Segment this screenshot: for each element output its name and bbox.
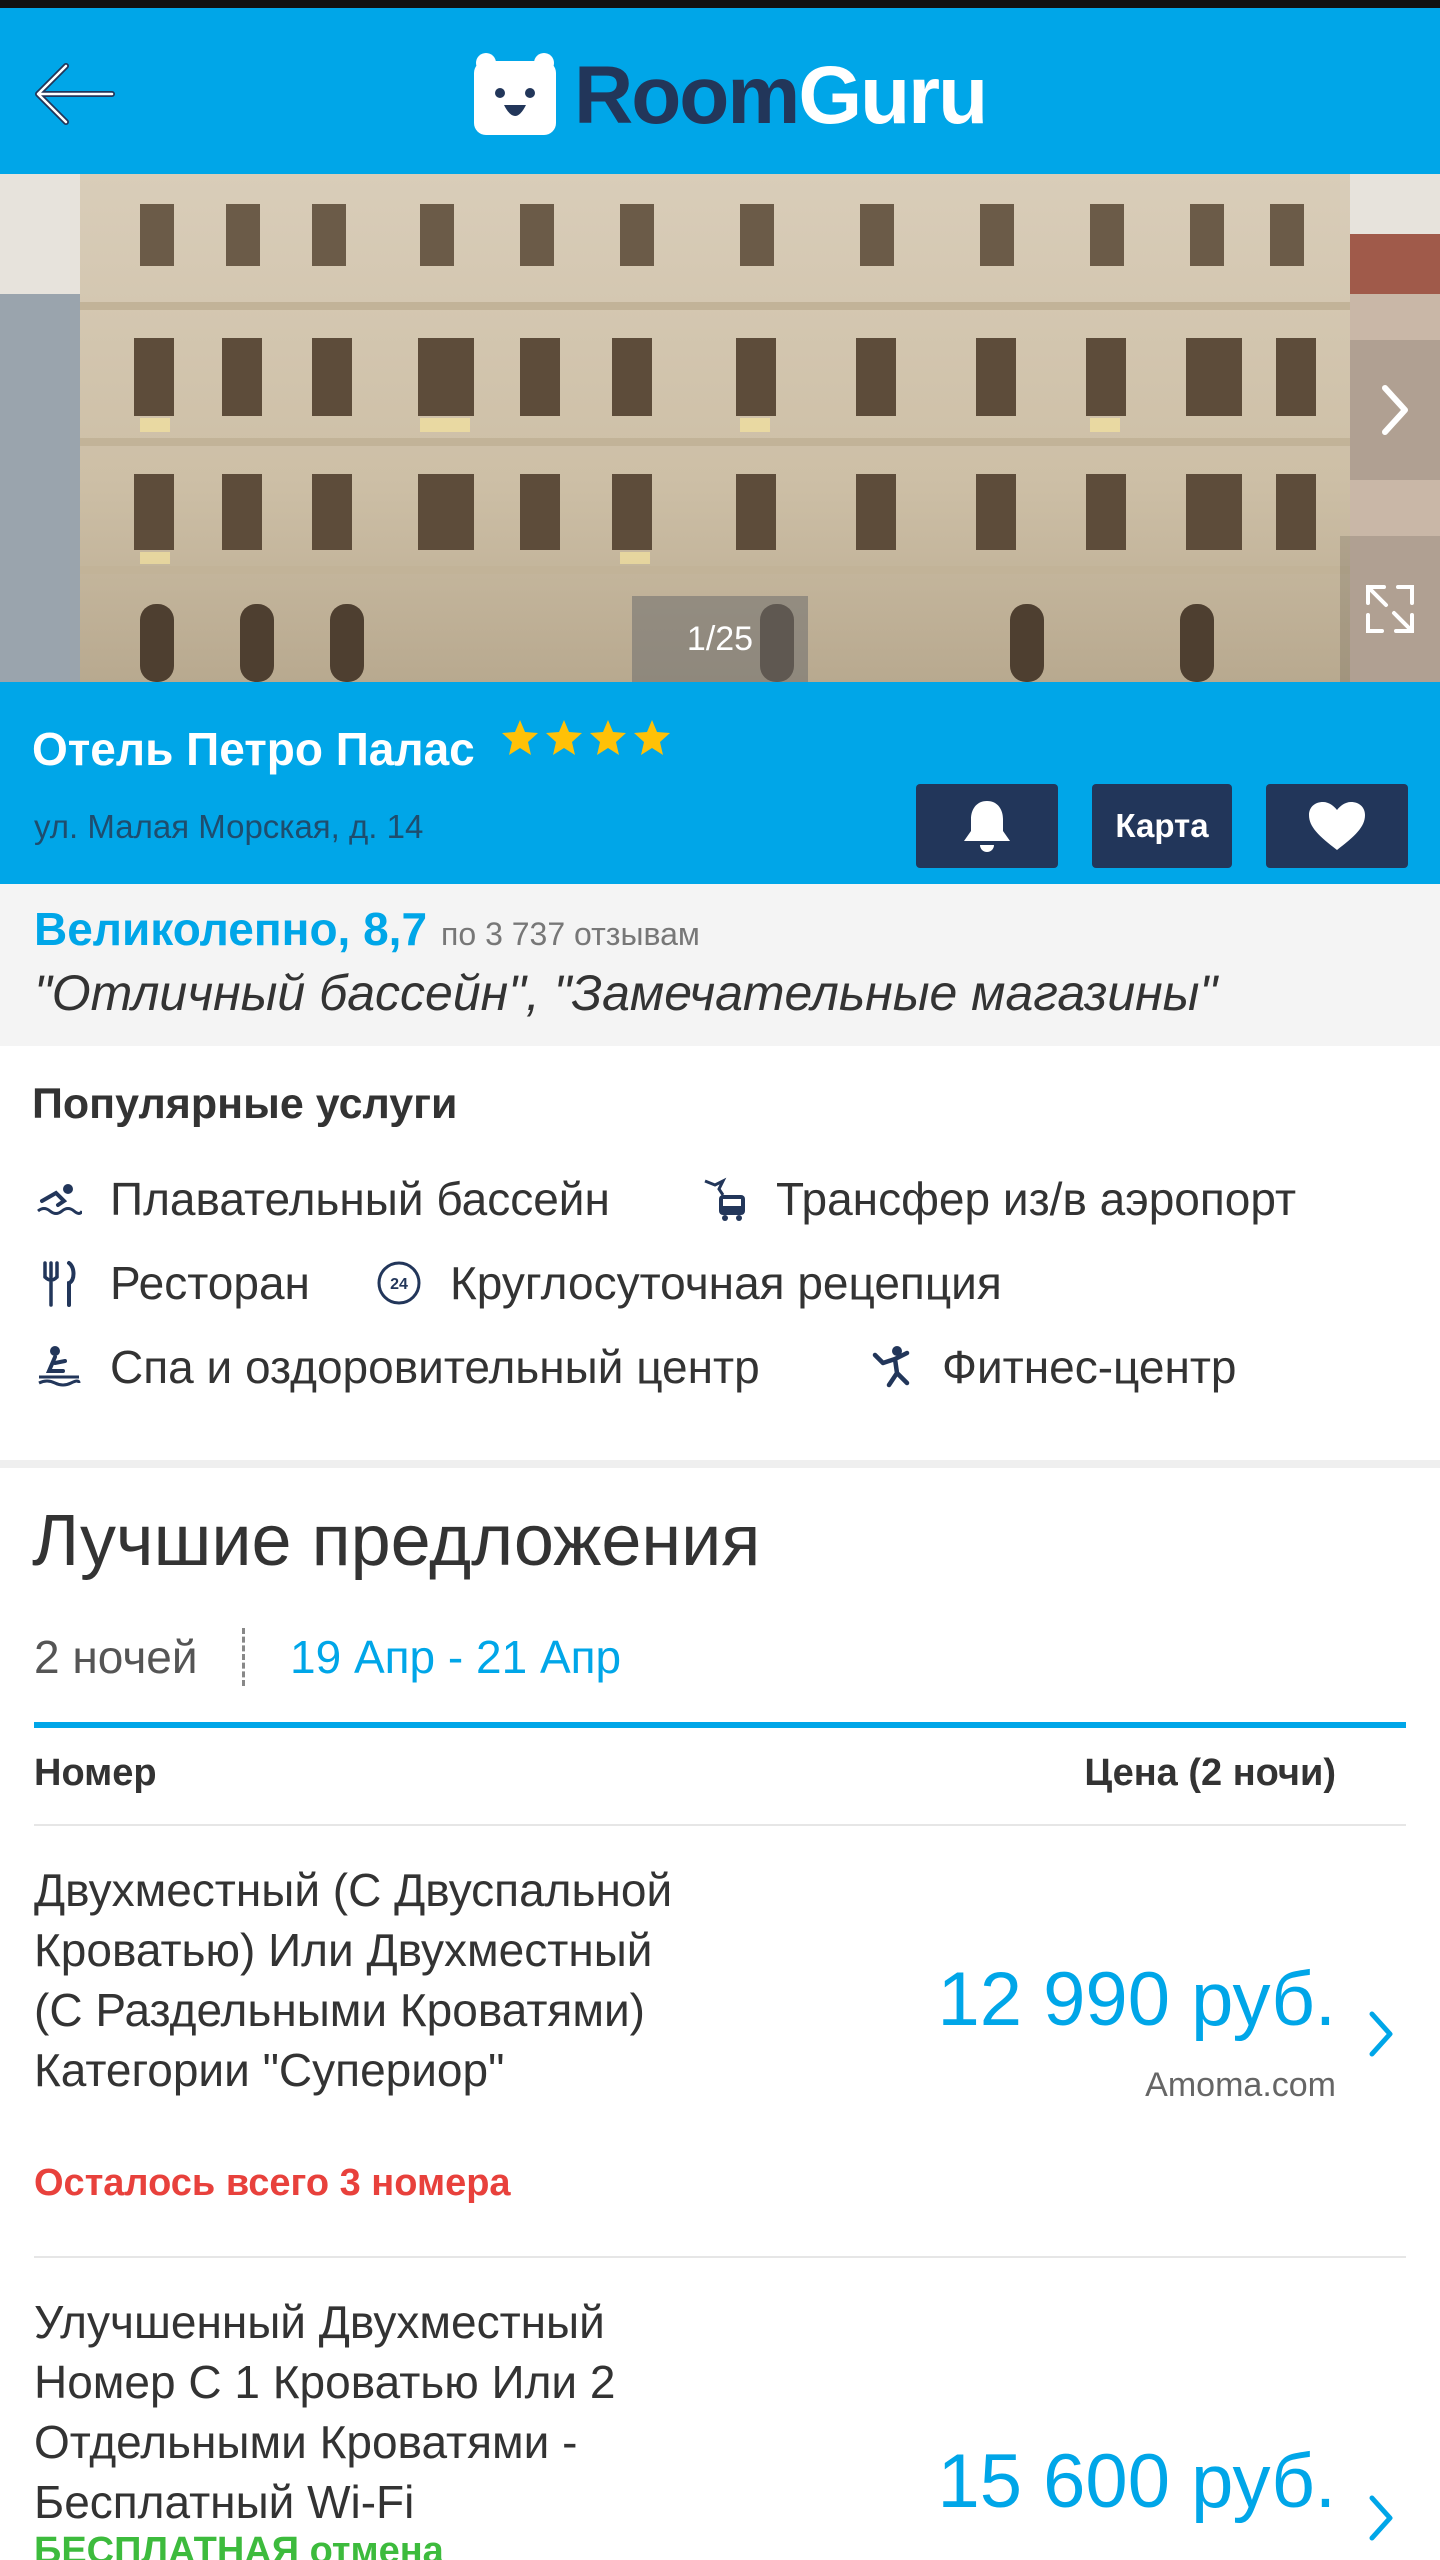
arrow-left-icon [35,63,115,125]
hotel-address: ул. Малая Морская, д. 14 [34,808,424,845]
amenity-label: Фитнес-центр [942,1341,1237,1393]
offer-room-name: Двухместный (С Двуспальной Кроватью) Или… [34,1864,673,2096]
offer-provider: Amoma.com [1145,2066,1336,2104]
column-header-price: Цена (2 ночи) [1084,1752,1336,1794]
bell-icon [964,801,1010,852]
heart-icon [1309,802,1365,850]
airport-shuttle-icon [700,1174,750,1224]
section-divider [0,1460,1440,1468]
star-icon [634,720,670,755]
status-bar [0,0,1440,8]
amenity-pool: Плавательный бассейн [34,1172,610,1226]
offer-row[interactable]: Двухместный (С Двуспальной Кроватью) Или… [0,1826,1440,2256]
spa-icon [34,1342,84,1392]
offer-price: 12 990 руб. [937,1957,1336,2042]
photo-counter: 1/25 [632,596,808,682]
fitness-icon [866,1342,916,1392]
amenity-restaurant: Ресторан [34,1256,310,1310]
offer-room-name: Улучшенный Двухместный Номер С 1 Кровать… [34,2296,616,2528]
amenity-label: Трансфер из/в аэропорт [776,1173,1297,1225]
rating-score: Великолепно, 8,7 [34,903,428,955]
app-header: Room Guru [0,8,1440,174]
expand-icon [1366,585,1414,633]
clock-24-icon: 24 [374,1258,424,1308]
star-icon [590,720,626,755]
amenity-label: Плавательный бассейн [110,1173,610,1225]
offer-row[interactable]: Улучшенный Двухместный Номер С 1 Кровать… [0,2258,1440,2560]
offer-price: 15 600 руб. [937,2439,1336,2524]
star-rating [500,718,672,758]
amenity-airport-transfer: Трансфер из/в аэропорт [700,1172,1296,1226]
hotel-name: Отель Петро Палас [32,723,475,775]
swimmer-icon [34,1174,84,1224]
amenity-label: Ресторан [110,1257,310,1309]
back-button[interactable] [26,46,122,142]
chevron-right-icon [1382,385,1408,435]
star-icon [502,720,538,755]
rating-line: Великолепно, 8,7 по 3 737 отзывам [34,902,700,956]
date-separator [242,1628,245,1686]
chevron-right-icon [1369,2011,1393,2057]
star-icon [546,720,582,755]
review-count: по 3 737 отзывам [441,916,700,952]
price-alert-button[interactable] [916,784,1058,868]
deals-top-rule [34,1722,1406,1728]
logo-text-room: Room [574,50,800,141]
bear-logo-icon [474,53,556,135]
amenity-fitness: Фитнес-центр [866,1340,1237,1394]
nights-count: 2 ночей [34,1631,198,1683]
review-highlights: "Отличный бассейн", "Замечательные магаз… [34,965,1218,1021]
amenity-24h-reception: 24 Круглосуточная рецепция [374,1256,1002,1310]
cancellation-note: БЕСПЛАТНАЯ отмена [34,2530,444,2560]
amenity-label: Круглосуточная рецепция [450,1257,1002,1309]
svg-text:24: 24 [390,1276,408,1293]
column-header-room: Номер [34,1752,157,1794]
next-photo-button[interactable] [1350,340,1440,480]
availability-note: Осталось всего 3 номера [34,2162,511,2204]
roomguru-logo: Room Guru [470,46,988,146]
favorite-button[interactable] [1266,784,1408,868]
amenities-title: Популярные услуги [32,1080,458,1128]
chevron-right-icon [1369,2495,1393,2541]
fullscreen-button[interactable] [1340,536,1440,682]
amenity-spa: Спа и оздоровительный центр [34,1340,760,1394]
logo-text-guru: Guru [798,50,988,141]
amenity-label: Спа и оздоровительный центр [110,1341,760,1393]
best-deals-title: Лучшие предложения [32,1501,761,1581]
map-button[interactable]: Карта [1092,784,1232,868]
fork-knife-icon [34,1258,84,1308]
date-range-selector[interactable]: 19 Апр - 21 Апр [290,1630,621,1684]
